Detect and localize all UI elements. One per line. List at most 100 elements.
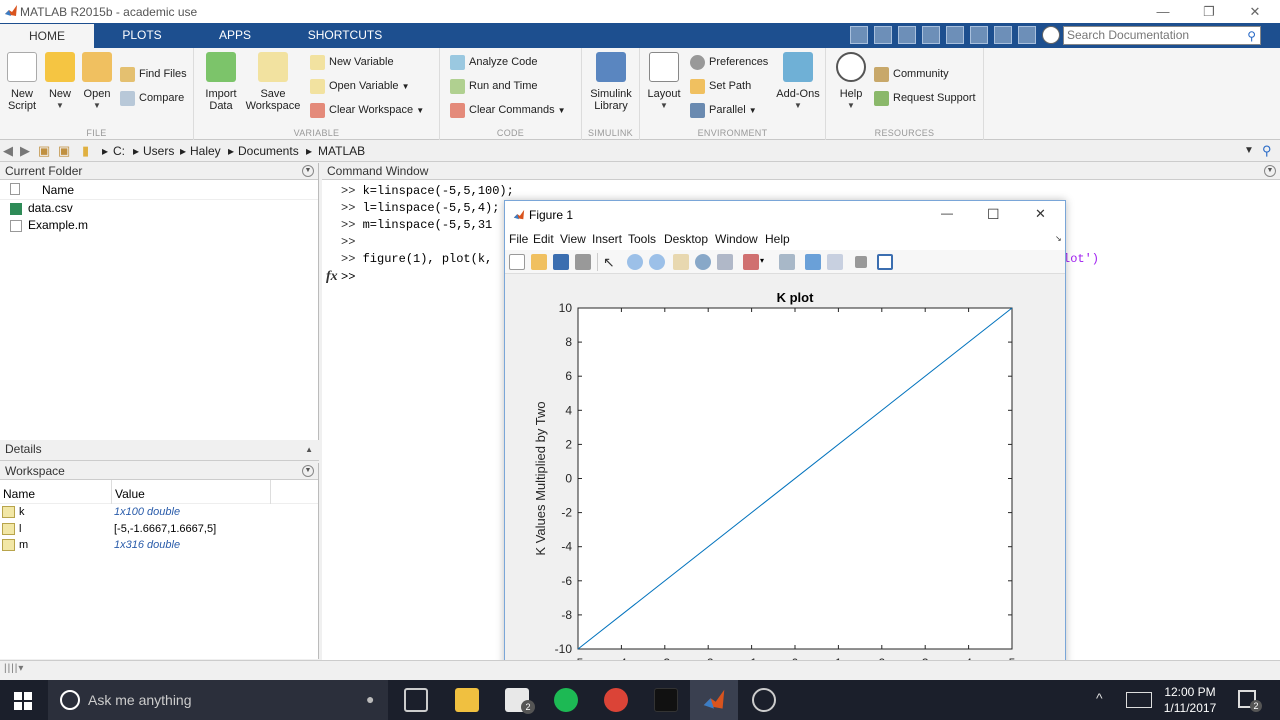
settings-icon[interactable] [850, 26, 868, 44]
menu-view[interactable]: View [560, 232, 586, 246]
cortana-search[interactable]: Ask me anything ● [48, 680, 388, 720]
preferences-button[interactable]: Preferences [690, 52, 768, 72]
browse-folder-icon[interactable]: ▣ [58, 143, 70, 159]
chevron-down-icon[interactable]: ▾ [760, 256, 764, 265]
path-segment[interactable]: Users [143, 144, 174, 158]
path-segment[interactable]: MATLAB [318, 144, 365, 158]
open-file-icon[interactable] [531, 254, 547, 270]
menu-insert[interactable]: Insert [592, 232, 622, 246]
add-ons-button[interactable]: Add-Ons ▼ [774, 52, 822, 112]
spotify-icon[interactable] [554, 688, 578, 712]
figure-close-button[interactable]: ✕ [1035, 206, 1046, 222]
chevron-down-icon[interactable]: ▼ [302, 165, 314, 177]
menu-help[interactable]: Help [765, 232, 790, 246]
table-row[interactable]: m 1x316 double [0, 537, 318, 554]
help-icon[interactable] [1042, 26, 1060, 44]
pointer-icon[interactable]: ↖ [603, 254, 619, 270]
save-icon[interactable] [874, 26, 892, 44]
switch-windows-icon[interactable] [1018, 26, 1036, 44]
new-button[interactable]: New ▼ [44, 52, 76, 112]
compare-button[interactable]: Compare [120, 88, 184, 108]
list-item[interactable]: data.csv [0, 200, 318, 217]
figure-minimize-button[interactable]: — [941, 206, 953, 220]
new-script-button[interactable]: New Script [4, 52, 40, 112]
taskbar-clock[interactable]: 12:00 PM 1/11/2017 [1150, 684, 1230, 716]
chrome-icon[interactable] [604, 688, 628, 712]
data-cursor-icon[interactable] [717, 254, 733, 270]
search-icon[interactable]: ⚲ [1262, 143, 1272, 159]
file-explorer-icon[interactable] [455, 688, 479, 712]
list-item[interactable]: Example.m [0, 217, 318, 234]
menu-window[interactable]: Window [715, 232, 758, 246]
hide-plot-tools-icon[interactable] [855, 256, 867, 268]
fx-icon[interactable]: fx [326, 268, 338, 285]
path-segment[interactable]: C: [113, 144, 125, 158]
task-view-icon[interactable] [404, 688, 428, 712]
figure-maximize-button[interactable]: ☐ [987, 206, 1000, 223]
open-button[interactable]: Open ▼ [80, 52, 114, 112]
details-panel[interactable]: Details ▲ [0, 441, 319, 461]
tab-apps[interactable]: APPS [194, 23, 276, 48]
forward-icon[interactable]: ▶ [20, 143, 30, 159]
tab-shortcuts[interactable]: SHORTCUTS [290, 23, 400, 48]
chevron-up-icon[interactable]: ▲ [305, 441, 313, 458]
minimize-button[interactable]: — [1140, 0, 1186, 23]
clear-workspace-button[interactable]: Clear Workspace ▼ [310, 100, 424, 120]
menu-tools[interactable]: Tools [628, 232, 656, 246]
paste-icon[interactable] [946, 26, 964, 44]
search-documentation-input[interactable]: Search Documentation ⚲ [1063, 26, 1261, 45]
save-icon[interactable] [553, 254, 569, 270]
simulink-library-button[interactable]: Simulink Library [586, 52, 636, 112]
open-variable-button[interactable]: Open Variable ▼ [310, 76, 410, 96]
windows-start-icon[interactable] [14, 692, 32, 710]
chevron-up-icon[interactable]: ^ [1096, 690, 1103, 706]
request-support-button[interactable]: Request Support [874, 88, 976, 108]
link-plot-icon[interactable] [779, 254, 795, 270]
show-plot-tools-icon[interactable] [877, 254, 893, 270]
zoom-in-icon[interactable] [627, 254, 643, 270]
undo-icon[interactable] [970, 26, 988, 44]
back-icon[interactable]: ◀ [3, 143, 13, 159]
brush-icon[interactable] [743, 254, 759, 270]
print-icon[interactable] [575, 254, 591, 270]
column-value[interactable]: Value [115, 487, 145, 501]
new-variable-button[interactable]: New Variable [310, 52, 394, 72]
command-prompt[interactable]: >> [341, 269, 355, 286]
keyboard-icon[interactable] [1126, 692, 1152, 708]
obs-icon[interactable] [752, 688, 776, 712]
chevron-down-icon[interactable]: ▼ [302, 465, 314, 477]
save-workspace-button[interactable]: Save Workspace [244, 52, 302, 112]
colorbar-icon[interactable] [805, 254, 821, 270]
dock-arrow-icon[interactable]: ↘ [1055, 234, 1062, 243]
chevron-down-icon[interactable]: ▼ [1264, 165, 1276, 177]
cut-icon[interactable] [898, 26, 916, 44]
menu-desktop[interactable]: Desktop [664, 232, 708, 246]
up-folder-icon[interactable]: ▣ [38, 143, 50, 159]
table-row[interactable]: k 1x100 double [0, 504, 318, 521]
clear-commands-button[interactable]: Clear Commands ▼ [450, 100, 566, 120]
menu-edit[interactable]: Edit [533, 232, 554, 246]
analyze-code-button[interactable]: Analyze Code [450, 52, 538, 72]
column-name[interactable]: Name [3, 487, 35, 501]
copy-icon[interactable] [922, 26, 940, 44]
new-figure-icon[interactable] [509, 254, 525, 270]
tab-plots[interactable]: PLOTS [100, 23, 184, 48]
zoom-out-icon[interactable] [649, 254, 665, 270]
path-segment[interactable]: Documents [238, 144, 299, 158]
pan-icon[interactable] [673, 254, 689, 270]
netflix-icon[interactable] [654, 688, 678, 712]
tab-home[interactable]: HOME [0, 24, 94, 48]
parallel-button[interactable]: Parallel ▼ [690, 100, 757, 120]
legend-icon[interactable] [827, 254, 843, 270]
help-button[interactable]: Help ▼ [834, 52, 868, 112]
maximize-button[interactable]: ❐ [1186, 0, 1232, 23]
community-button[interactable]: Community [874, 64, 949, 84]
run-and-time-button[interactable]: Run and Time [450, 76, 537, 96]
search-icon[interactable]: ⚲ [1247, 28, 1256, 45]
table-row[interactable]: l [-5,-1.6667,1.6667,5] [0, 521, 318, 538]
layout-button[interactable]: Layout ▼ [646, 52, 682, 112]
import-data-button[interactable]: Import Data [200, 52, 242, 112]
close-button[interactable]: ✕ [1232, 0, 1278, 23]
find-files-button[interactable]: Find Files [120, 64, 187, 84]
microphone-icon[interactable]: ● [366, 691, 374, 707]
